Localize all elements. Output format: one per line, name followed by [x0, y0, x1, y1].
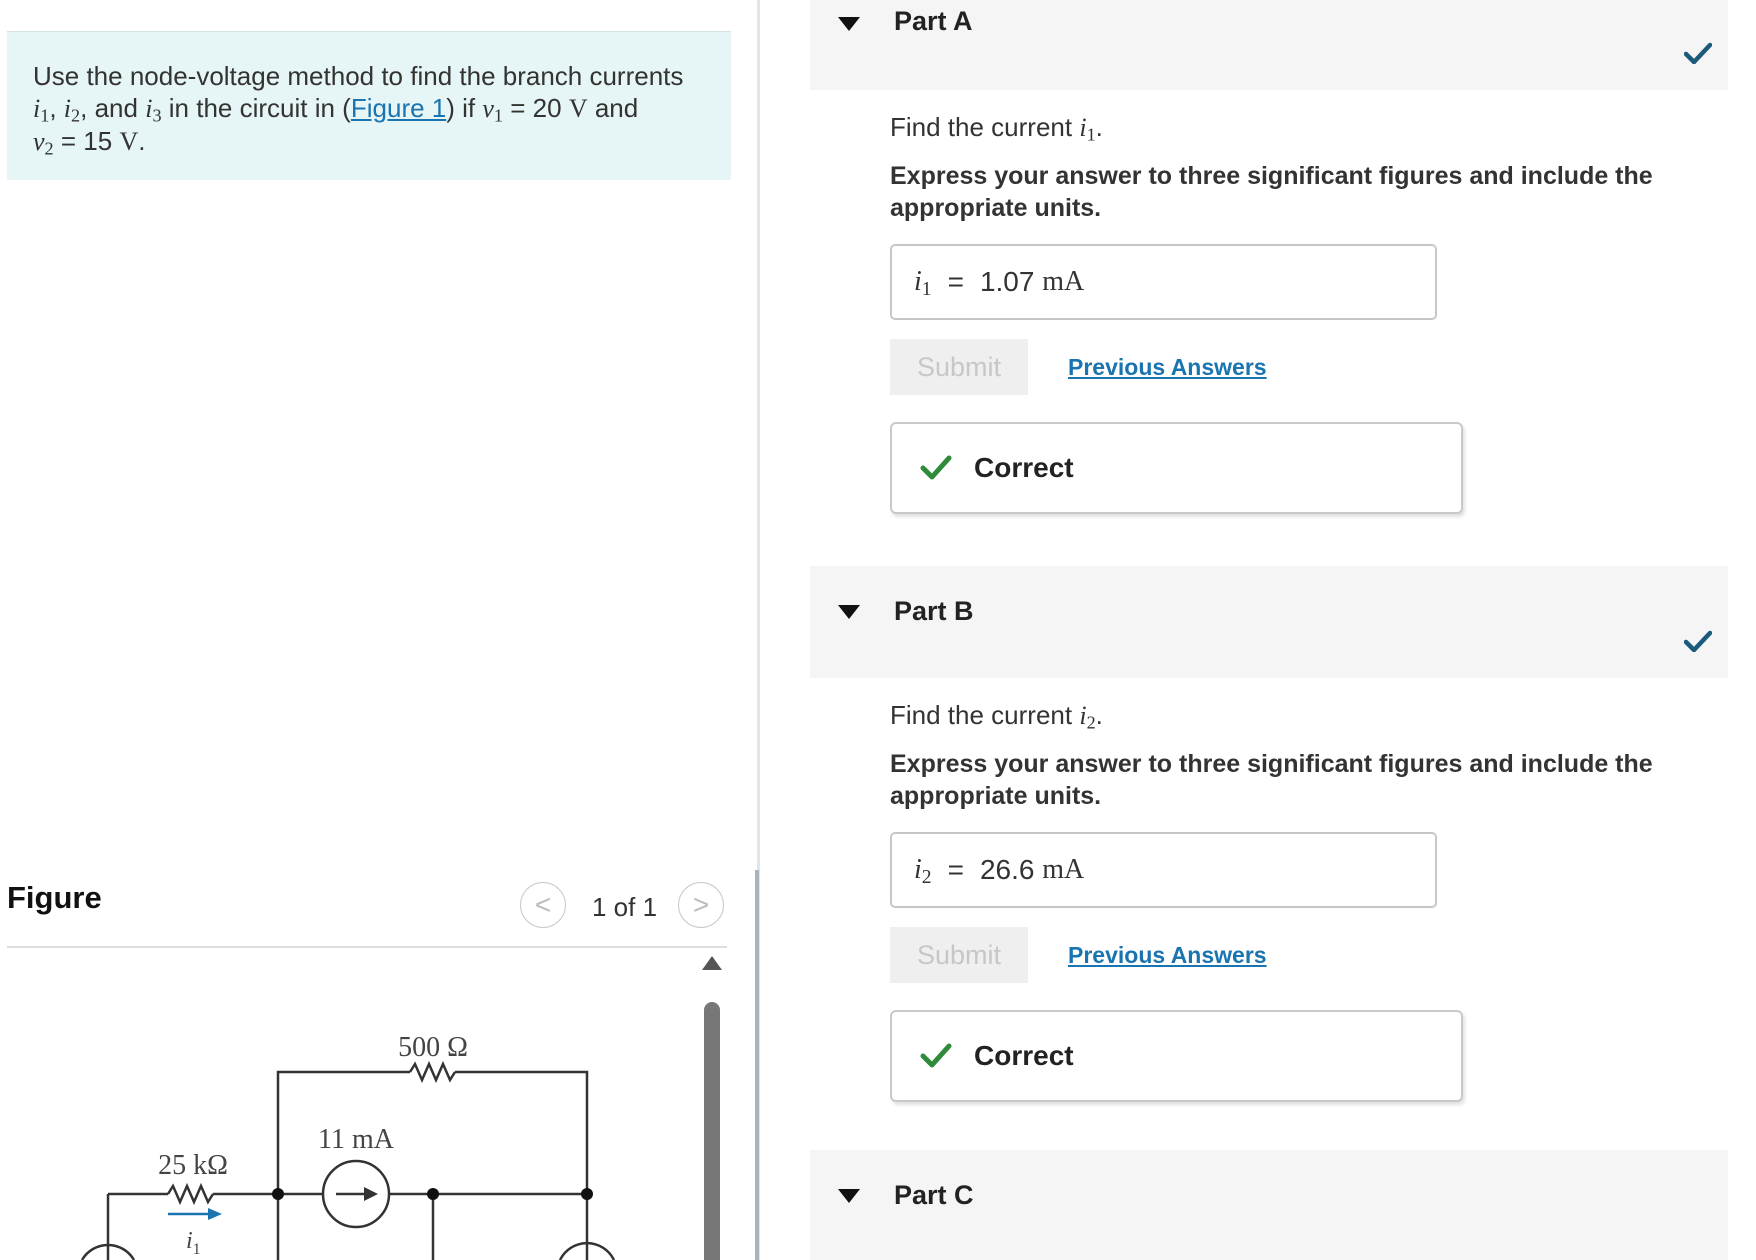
resistor-500-label: 500 Ω — [398, 1032, 468, 1063]
part-a-question: Find the current i1. — [890, 112, 1103, 145]
part-a-submit-button[interactable]: Submit — [890, 339, 1028, 395]
figure-divider — [7, 946, 727, 948]
unit-volt: V — [119, 127, 139, 156]
answer-unit: mA — [1042, 266, 1085, 297]
part-b-question: Find the current i2. — [890, 700, 1103, 733]
and-text: and — [94, 93, 138, 123]
var-v2: v2 — [33, 127, 54, 159]
chevron-left-icon: < — [534, 889, 552, 920]
figure-pager-count: 1 of 1 — [592, 892, 658, 922]
collapse-triangle-icon[interactable] — [838, 602, 860, 622]
scroll-up-icon[interactable] — [700, 954, 724, 972]
and-text: and — [594, 93, 639, 123]
check-icon — [920, 1043, 952, 1068]
comma: , — [49, 93, 57, 123]
part-b-feedback: Correct — [890, 1010, 1463, 1102]
answer-value: 1.07 — [979, 266, 1035, 297]
part-b-answer-field[interactable]: i2 = 26.6 mA — [890, 832, 1437, 908]
circuit-diagram: 500 Ω 11 mA 25 kΩ i1 — [80, 1032, 616, 1260]
part-a-answer-field[interactable]: i1 = 1.07 mA — [890, 244, 1437, 320]
if-text: ) if — [446, 93, 476, 123]
problem-line-3: v2 = 15 V. — [33, 125, 731, 158]
source-11ma-label: 11 mA — [318, 1124, 395, 1155]
var-i3: i3 — [145, 94, 162, 126]
chevron-right-icon: > — [692, 889, 710, 920]
part-b-submit-button[interactable]: Submit — [890, 927, 1028, 983]
part-a-label: Part A — [894, 6, 973, 36]
v2-value: = 15 — [60, 126, 113, 156]
resistor-25k-label: 25 kΩ — [158, 1150, 228, 1181]
feedback-label: Correct — [974, 1040, 1074, 1071]
pane-resize-handle[interactable] — [755, 870, 759, 1260]
answer-value: 26.6 — [979, 854, 1035, 885]
problem-statement: Use the node-voltage method to find the … — [7, 31, 731, 180]
figure-scrollbar-thumb[interactable] — [704, 1002, 720, 1260]
part-b-previous-answers-link[interactable]: Previous Answers — [1068, 942, 1267, 969]
current-i1-label: i1 — [186, 1228, 201, 1258]
answer-variable: i1 — [914, 266, 932, 300]
equals-sign: = — [947, 266, 964, 297]
problem-line-1: Use the node-voltage method to find the … — [33, 60, 731, 92]
part-a-header[interactable]: Part A — [810, 0, 1728, 90]
part-b-instruction: Express your answer to three significant… — [890, 750, 1653, 810]
check-icon — [1684, 630, 1712, 652]
check-icon — [1684, 42, 1712, 64]
part-a-feedback: Correct — [890, 422, 1463, 514]
problem-text: Use the node-voltage method to find the … — [33, 61, 684, 91]
part-b-header[interactable]: Part B — [810, 566, 1728, 678]
var-v1: v1 — [482, 94, 504, 126]
var-i1: i1 — [33, 94, 50, 126]
equals-sign: = — [947, 854, 964, 885]
var-i2: i2 — [63, 94, 81, 126]
v1-value: = 20 — [510, 93, 562, 123]
problem-line-2: i1, i2, and i3 in the circuit in (Figure… — [33, 92, 731, 125]
part-a-previous-answers-link[interactable]: Previous Answers — [1068, 354, 1267, 381]
collapse-triangle-icon[interactable] — [838, 1186, 860, 1206]
feedback-label: Correct — [974, 452, 1074, 483]
part-b-label: Part B — [894, 596, 974, 626]
unit-volt: V — [568, 94, 588, 123]
check-icon — [920, 455, 952, 480]
answer-unit: mA — [1042, 854, 1085, 885]
comma: , — [80, 93, 88, 123]
figure-prev-button[interactable]: < — [520, 882, 566, 928]
answer-variable: i2 — [914, 854, 932, 888]
circuit-text: in the circuit in ( — [168, 93, 351, 123]
part-c-label: Part C — [894, 1180, 974, 1210]
figure-next-button[interactable]: > — [678, 882, 724, 928]
part-a-instruction: Express your answer to three significant… — [890, 162, 1653, 222]
collapse-triangle-icon[interactable] — [838, 14, 860, 34]
figure-title: Figure — [7, 880, 102, 915]
figure-link[interactable]: Figure 1 — [351, 93, 446, 123]
period: . — [138, 126, 146, 156]
part-c-header[interactable]: Part C — [810, 1150, 1728, 1260]
